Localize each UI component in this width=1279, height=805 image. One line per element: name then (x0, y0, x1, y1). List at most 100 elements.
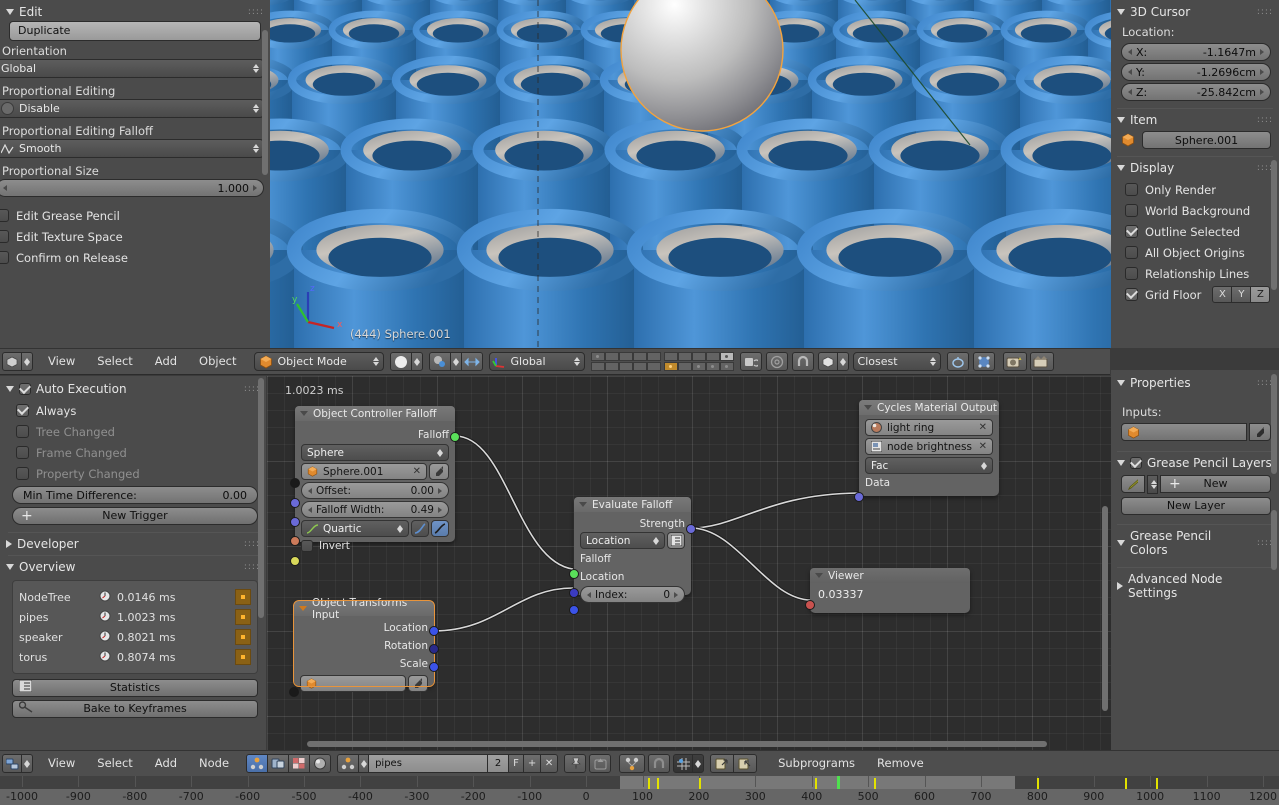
socket-location-in[interactable] (569, 588, 579, 598)
auto-execution-panel-header[interactable]: Auto Execution :::: (0, 380, 266, 398)
render-animation-icon[interactable] (1029, 352, 1054, 371)
node-snap-mode-selector[interactable] (673, 754, 705, 773)
viewport-menu-add[interactable]: Add (144, 349, 188, 374)
proportional-falloff-dropdown[interactable]: Smooth (0, 139, 264, 158)
node-menu-subprograms[interactable]: Subprograms (767, 751, 866, 776)
paste-node-icon[interactable] (733, 754, 758, 773)
decrement-arrow-icon[interactable] (1128, 89, 1132, 95)
clear-node-icon[interactable]: ✕ (979, 441, 987, 452)
socket-rotation-out[interactable] (429, 644, 439, 654)
node-object-controller-falloff[interactable]: Object Controller Falloff Falloff Sphere… (290, 406, 460, 566)
grease-pencil-browse-icon[interactable] (1121, 475, 1145, 493)
viewport-menu-select[interactable]: Select (86, 349, 143, 374)
node-collapse-icon[interactable] (815, 573, 823, 578)
inputs-eyedropper-button[interactable] (1249, 423, 1271, 441)
auto-exec-tree-changed-checkbox[interactable]: Tree Changed (14, 421, 258, 442)
display-panel-header[interactable]: Display :::: (1111, 159, 1279, 177)
node-editor-type-chevron[interactable] (21, 754, 33, 773)
node-object-transforms-input[interactable]: Object Transforms Input Location Rotatio… (289, 597, 439, 697)
falloff-offset-field[interactable]: Offset: 0.00 (301, 482, 449, 499)
node-editor-vscrollbar[interactable] (1102, 506, 1108, 711)
falloff-object-field[interactable]: Sphere.001 ✕ (301, 463, 427, 480)
shading-chevron-icon[interactable] (410, 352, 423, 371)
opengl-render-icon[interactable] (946, 352, 969, 371)
invert-checkbox-row[interactable]: Invert (301, 540, 449, 552)
grid-axis-y-button[interactable]: Y (1231, 286, 1252, 303)
3d-cursor-panel-header[interactable]: 3D Cursor :::: (1111, 3, 1279, 21)
auto-exec-frame-changed-checkbox[interactable]: Frame Changed (14, 442, 258, 463)
node-collapse-icon[interactable] (299, 606, 307, 611)
node-tree-name-field[interactable]: pipes (368, 754, 489, 773)
socket-data-in[interactable] (854, 492, 864, 502)
snap-element-selector[interactable] (817, 352, 849, 371)
snap-magnet-icon[interactable] (791, 352, 814, 371)
snap-element-chevron[interactable] (836, 352, 849, 371)
overview-indicator[interactable] (235, 589, 251, 605)
socket-strength-out[interactable] (686, 524, 696, 534)
node-copy-paste-group[interactable] (710, 754, 758, 773)
node-brightness-field[interactable]: node brightness ✕ (865, 438, 993, 455)
clear-material-icon[interactable]: ✕ (979, 422, 987, 433)
editor-type-chevron[interactable] (21, 352, 33, 371)
orientation-dropdown[interactable]: Global (0, 59, 264, 78)
properties-scrollbar-2[interactable] (1271, 510, 1277, 570)
inputs-object-field[interactable] (1121, 423, 1247, 441)
list-mode-button[interactable] (667, 532, 685, 549)
min-time-difference-field[interactable]: Min Time Difference: 0.00 (12, 486, 258, 504)
node-evaluate-falloff[interactable]: Evaluate Falloff Strength Location Fallo… (569, 497, 696, 615)
ease-out-button[interactable] (431, 520, 449, 537)
increment-arrow-icon[interactable] (438, 487, 442, 494)
socket-object-in[interactable] (289, 687, 299, 697)
snap-target-dropdown[interactable]: Closest (852, 352, 941, 371)
display-outline-selected-checkbox[interactable]: Outline Selected (1123, 221, 1271, 242)
timeline-keyframe[interactable] (1155, 778, 1158, 789)
cursor-z-field[interactable]: Z: -25.842cm (1121, 83, 1271, 101)
edit-grease-pencil-checkbox[interactable]: Edit Grease Pencil (0, 205, 264, 226)
socket-falloff-out[interactable] (450, 432, 460, 442)
eyedropper-button[interactable] (429, 463, 449, 480)
node-title-bar[interactable]: Object Transforms Input (294, 597, 434, 621)
node-title-bar[interactable]: Cycles Material Output (859, 400, 999, 415)
node-menu-view[interactable]: View (37, 751, 86, 776)
render-preview-icon[interactable] (972, 352, 995, 371)
proportional-editing-dropdown[interactable]: Disable (0, 99, 264, 118)
timeline-keyframe[interactable] (1037, 778, 1040, 789)
socket-width-in[interactable] (290, 517, 300, 527)
decrement-arrow-icon[interactable] (308, 487, 312, 494)
clear-object-icon[interactable]: ✕ (413, 466, 421, 477)
texture-nodes-tree-icon[interactable] (288, 754, 311, 773)
node-tree-users-count[interactable]: 2 (487, 754, 510, 773)
node-tree-new-button[interactable]: + (523, 754, 542, 773)
shader-nodes-tree-icon[interactable] (267, 754, 290, 773)
node-title-bar[interactable]: Evaluate Falloff (574, 497, 691, 512)
timeline-editor[interactable]: -1000 -900 -800 -700 -600 -500 -400 -300 -200 -10… (0, 776, 1279, 805)
evaluate-mode-dropdown[interactable]: Location (580, 532, 665, 549)
manipulator-toggle-icon[interactable] (460, 352, 483, 371)
grease-pencil-chevron[interactable] (1147, 475, 1158, 494)
socket-index-in[interactable] (569, 605, 579, 615)
display-grid-floor-row[interactable]: Grid Floor X Y Z (1123, 284, 1271, 305)
pivot-point-selector[interactable] (428, 352, 483, 371)
advanced-node-settings-header[interactable]: Advanced Node Settings (1111, 570, 1279, 602)
increment-arrow-icon[interactable] (438, 506, 442, 513)
overview-indicator[interactable] (235, 649, 251, 665)
new-trigger-button[interactable]: + New Trigger (12, 507, 258, 525)
lock-object-modes-icon[interactable] (739, 352, 762, 371)
confirm-on-release-checkbox[interactable]: Confirm on Release (0, 247, 264, 268)
display-world-background-checkbox[interactable]: World Background (1123, 200, 1271, 221)
grid-axis-x-button[interactable]: X (1212, 286, 1233, 303)
node-menu-node[interactable]: Node (188, 751, 240, 776)
increment-arrow-icon[interactable] (1260, 49, 1264, 55)
timeline-playhead[interactable] (836, 776, 840, 789)
tool-shelf-scrollbar[interactable] (262, 30, 268, 175)
node-viewer[interactable]: Viewer 0.03337 (805, 568, 970, 613)
node-editor-hscrollbar[interactable] (307, 741, 1047, 747)
cursor-y-field[interactable]: Y: -1.2696cm (1121, 63, 1271, 81)
falloff-object-mode-dropdown[interactable]: Sphere (301, 444, 449, 461)
overview-indicator[interactable] (235, 629, 251, 645)
properties-panel-header[interactable]: Properties :::: (1111, 374, 1279, 392)
decrement-arrow-icon[interactable] (587, 591, 591, 598)
node-cycles-material-output[interactable]: Cycles Material Output light ring ✕ node… (854, 400, 999, 502)
node-tree-type-selector[interactable] (246, 754, 332, 773)
viewport-menu-object[interactable]: Object (188, 349, 247, 374)
